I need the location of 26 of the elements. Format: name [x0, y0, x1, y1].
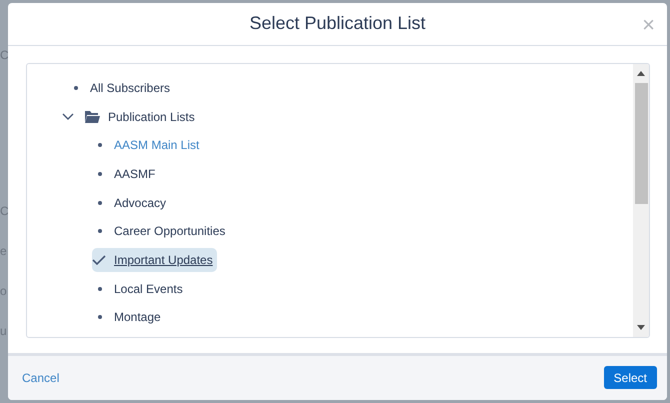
bullet-icon	[98, 315, 102, 320]
scrollbar-thumb[interactable]	[634, 82, 648, 204]
select-button[interactable]: Select	[604, 366, 657, 390]
tree-item[interactable]: Advocacy	[92, 190, 170, 215]
tree-item[interactable]: Important Updates	[92, 248, 217, 272]
bullet-icon	[98, 172, 102, 176]
tree-item[interactable]: Montage	[92, 305, 165, 330]
tree-item[interactable]: Local Events	[92, 276, 187, 301]
tree-item[interactable]: AASM Main List	[92, 133, 204, 158]
bullet-icon	[98, 143, 102, 148]
scrollbar[interactable]	[633, 64, 649, 337]
scroll-down-icon[interactable]	[637, 324, 645, 330]
tree-item[interactable]: All Subscribers	[68, 76, 174, 100]
bullet-icon	[98, 200, 102, 205]
tree-item[interactable]: AASMF	[92, 162, 160, 186]
chevron-icon[interactable]	[62, 112, 74, 121]
tree-item[interactable]: Career Opportunities	[92, 219, 230, 244]
folder-icon	[84, 110, 100, 124]
dialog-title: Select Publication List	[249, 13, 426, 34]
scroll-up-icon[interactable]	[637, 70, 645, 76]
tree-item[interactable]: Publication Lists	[108, 104, 199, 129]
bullet-icon	[74, 86, 78, 90]
check-icon	[92, 255, 106, 266]
bullet-icon	[98, 229, 102, 234]
cancel-link[interactable]: Cancel	[22, 370, 60, 385]
bullet-icon	[98, 286, 102, 291]
